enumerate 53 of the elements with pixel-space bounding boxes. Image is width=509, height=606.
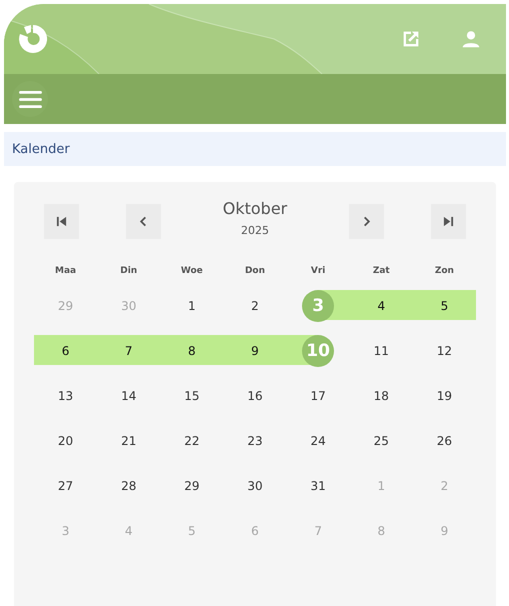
previous-month-button[interactable] [126,204,161,239]
calendar-day[interactable]: 30 [247,478,263,492]
weekday-label: Woe [180,266,203,276]
range-highlight [34,335,98,365]
calendar-day[interactable]: 11 [374,344,389,358]
weekday-label: Zat [372,266,390,276]
calendar-day[interactable]: 22 [184,434,200,448]
calendar-day[interactable]: 7 [124,344,133,358]
calendar-day[interactable]: 1 [188,298,196,312]
calendar-day[interactable]: 25 [374,434,389,448]
chevron-left-icon [138,216,149,227]
calendar-day[interactable]: 20 [58,434,74,448]
weekday-label: Don [244,266,266,276]
calendar-day[interactable]: 12 [436,344,452,358]
logo-icon[interactable] [18,24,48,54]
calendar-day[interactable]: 13 [58,388,74,402]
calendar-day[interactable]: 27 [58,478,74,492]
calendar-day[interactable]: 28 [121,478,136,492]
calendar-day[interactable]: 9 [251,344,259,358]
skip-back-icon [56,216,67,227]
calendar-day[interactable]: 15 [184,388,200,402]
menu-icon [18,90,42,108]
next-month-button[interactable] [349,204,384,239]
year-label: 2025 [241,224,269,237]
calendar-day[interactable]: 24 [310,434,326,448]
calendar-day[interactable]: 18 [374,388,389,402]
calendar-day[interactable]: 4 [377,298,386,312]
skip-forward-icon [443,216,454,227]
range-highlight [412,290,476,320]
month-label: Oktober [222,199,288,218]
calendar-day[interactable]: 19 [436,388,452,402]
menu-button[interactable] [12,81,48,117]
calendar-day[interactable]: 6 [62,344,70,358]
calendar-day[interactable]: 23 [247,434,263,448]
calendar-day[interactable]: 31 [310,478,326,492]
calendar-day[interactable]: 26 [436,434,452,448]
weekday-label: Maa [55,266,76,276]
calendar-day[interactable]: 21 [121,434,136,448]
user-icon[interactable] [460,28,482,50]
calendar-day[interactable]: 5 [440,298,448,312]
chevron-right-icon [361,216,372,227]
calendar-day[interactable]: 17 [310,388,326,402]
calendar-day[interactable]: 2 [251,298,259,312]
first-month-button[interactable] [44,204,79,239]
calendar-day[interactable]: 16 [247,388,263,402]
weekday-label: Zon [434,266,454,276]
last-month-button[interactable] [431,204,466,239]
calendar-day[interactable]: 14 [121,388,136,402]
calendar-day[interactable]: 29 [184,478,200,492]
weekday-label: Din [120,266,138,276]
weekday-label: Vri [310,266,326,276]
breadcrumb-link[interactable]: Kalender [12,142,70,156]
calendar-day[interactable]: 8 [188,344,196,358]
